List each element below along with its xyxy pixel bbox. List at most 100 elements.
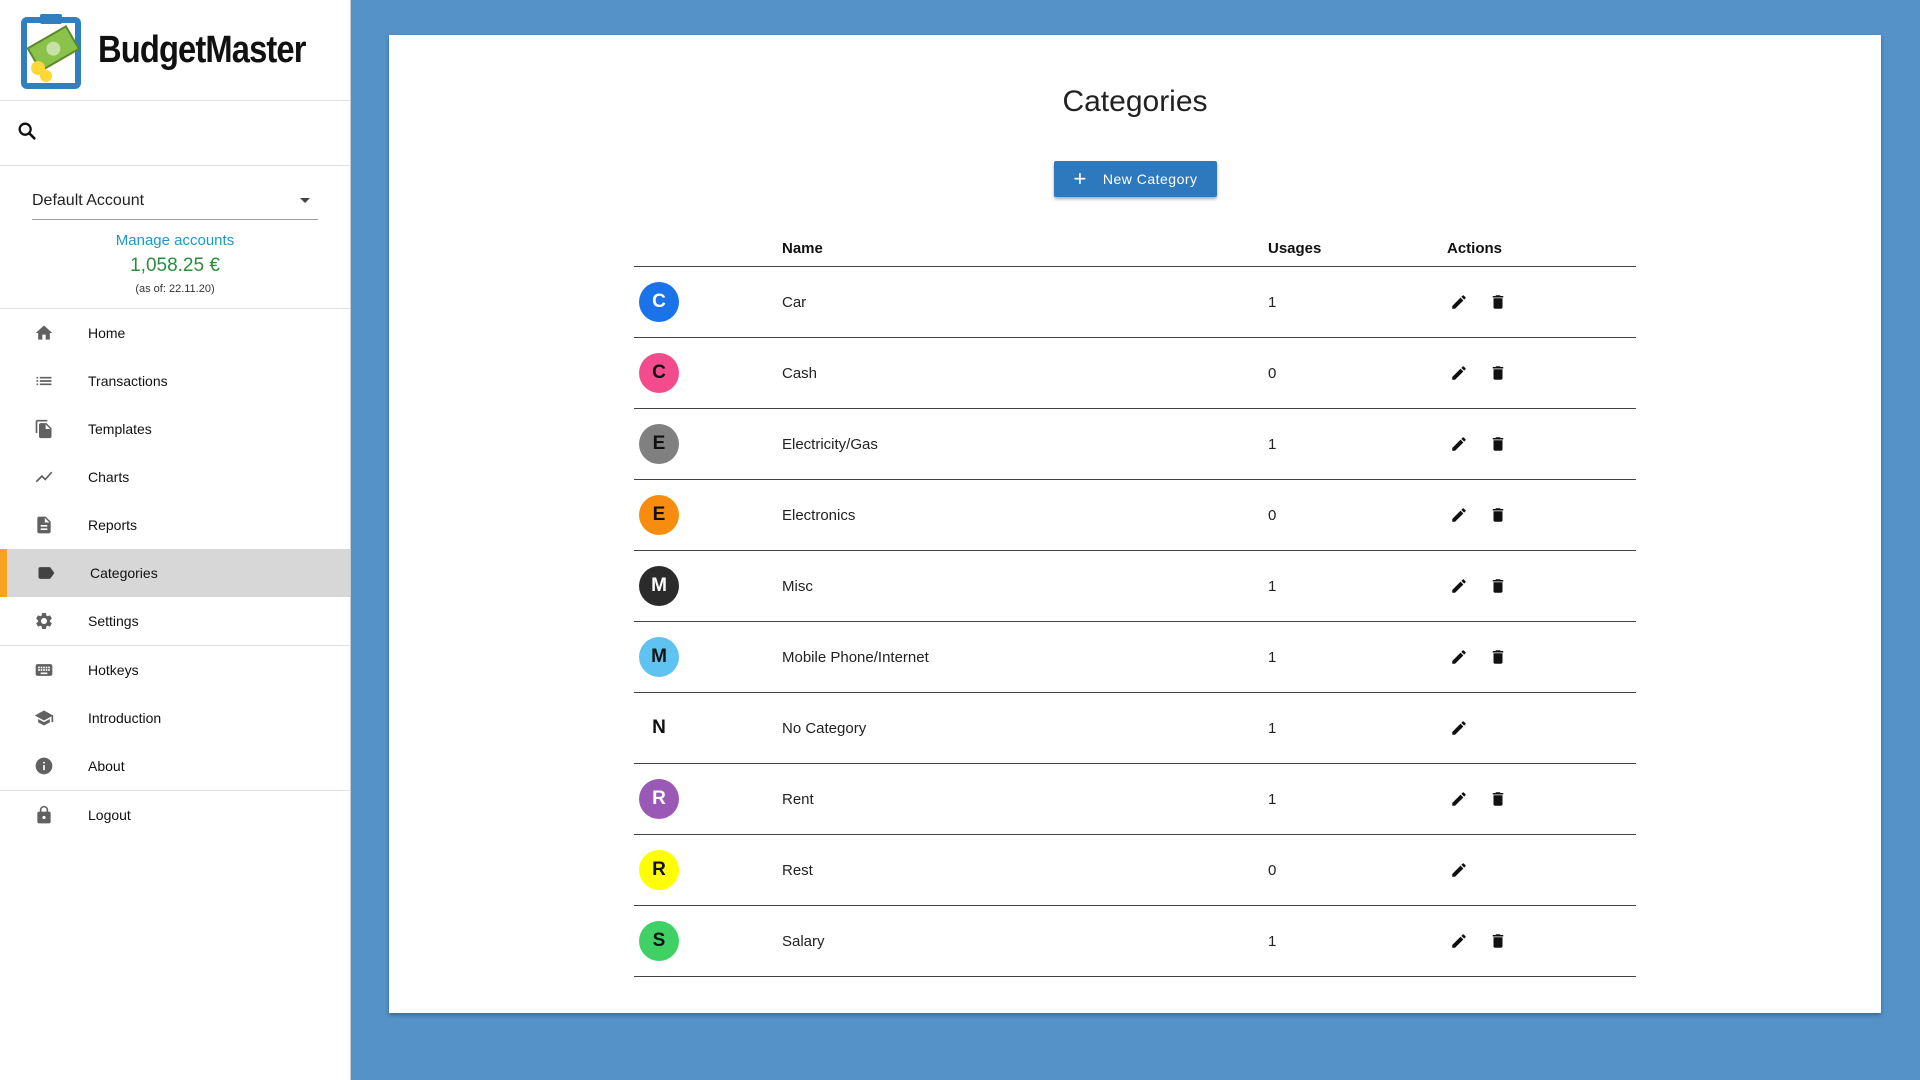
pencil-icon[interactable]: [1447, 574, 1471, 598]
pencil-icon[interactable]: [1447, 858, 1471, 882]
row-actions: [1447, 432, 1636, 456]
nav-label: Reports: [88, 517, 138, 533]
row-actions: [1447, 858, 1636, 882]
nav-item-settings[interactable]: Settings: [0, 597, 350, 645]
trash-icon[interactable]: [1486, 361, 1510, 385]
nav-item-about[interactable]: About: [0, 742, 350, 790]
trash-icon[interactable]: [1486, 645, 1510, 669]
category-avatar: E: [639, 495, 679, 535]
row-actions: [1447, 290, 1636, 314]
budgetmaster-logo-icon: [20, 10, 86, 90]
table-row: S Salary 1: [634, 906, 1636, 977]
pencil-icon[interactable]: [1447, 503, 1471, 527]
nav-item-home[interactable]: Home: [0, 309, 350, 357]
category-usages: 1: [1268, 577, 1277, 595]
pencil-icon[interactable]: [1447, 432, 1471, 456]
school-icon: [32, 706, 56, 730]
category-usages: 1: [1268, 790, 1277, 808]
trash-icon[interactable]: [1486, 432, 1510, 456]
category-avatar: S: [639, 921, 679, 961]
gear-icon: [32, 609, 56, 633]
pencil-icon[interactable]: [1447, 929, 1471, 953]
category-avatar: N: [639, 708, 679, 748]
table-row: N No Category 1: [634, 693, 1636, 764]
table-row: E Electricity/Gas 1: [634, 409, 1636, 480]
pencil-icon[interactable]: [1447, 645, 1471, 669]
categories-card: Categories + New Category Name Usages Ac…: [389, 35, 1881, 1013]
table-row: E Electronics 0: [634, 480, 1636, 551]
trash-icon[interactable]: [1486, 574, 1510, 598]
category-avatar: R: [639, 850, 679, 890]
pencil-icon[interactable]: [1447, 361, 1471, 385]
header-usages: Usages: [1268, 239, 1322, 257]
nav-label: Introduction: [88, 710, 162, 726]
sidebar: BudgetMaster Default Account Manage acco…: [0, 0, 351, 1080]
category-name: Salary: [782, 932, 825, 950]
row-actions: [1447, 716, 1636, 740]
table-body: C Car 1 C Cash 0 E Electricity/Gas 1 E E…: [634, 267, 1636, 977]
nav-item-reports[interactable]: Reports: [0, 501, 350, 549]
nav-item-templates[interactable]: Templates: [0, 405, 350, 453]
nav-label: Templates: [88, 421, 152, 437]
table-row: M Mobile Phone/Internet 1: [634, 622, 1636, 693]
trash-icon[interactable]: [1486, 787, 1510, 811]
plus-icon: +: [1073, 166, 1087, 191]
category-name: Electricity/Gas: [782, 435, 878, 453]
table-row: M Misc 1: [634, 551, 1636, 622]
account-select-value: Default Account: [32, 191, 145, 209]
keyboard-icon: [32, 658, 56, 682]
nav-label: Hotkeys: [88, 662, 139, 678]
search-icon[interactable]: [16, 120, 38, 147]
table-row: R Rent 1: [634, 764, 1636, 835]
nav-label: Logout: [88, 807, 131, 823]
category-usages: 0: [1268, 506, 1277, 524]
category-name: Electronics: [782, 506, 856, 524]
home-icon: [32, 321, 56, 345]
category-name: Rest: [782, 861, 813, 879]
nav-label: About: [88, 758, 125, 774]
account-balance: 1,058.25 €: [130, 255, 220, 276]
nav-label: Charts: [88, 469, 130, 485]
table-row: C Cash 0: [634, 338, 1636, 409]
pencil-icon[interactable]: [1447, 787, 1471, 811]
row-actions: [1447, 929, 1636, 953]
pencil-icon[interactable]: [1447, 716, 1471, 740]
manage-accounts-link[interactable]: Manage accounts: [32, 232, 318, 249]
category-name: Rent: [782, 790, 814, 808]
new-category-label: New Category: [1102, 171, 1198, 187]
table-row: C Car 1: [634, 267, 1636, 338]
label-icon: [34, 561, 58, 585]
nav-item-charts[interactable]: Charts: [0, 453, 350, 501]
row-actions: [1447, 787, 1636, 811]
row-actions: [1447, 574, 1636, 598]
lock-icon: [32, 803, 56, 827]
search-row[interactable]: [0, 101, 350, 166]
file-copy-icon: [32, 417, 56, 441]
category-usages: 0: [1268, 364, 1277, 382]
category-usages: 1: [1268, 932, 1277, 950]
balance-date: (as of: 22.11.20): [135, 283, 215, 295]
line-chart-icon: [32, 465, 56, 489]
row-actions: [1447, 361, 1636, 385]
trash-icon[interactable]: [1486, 929, 1510, 953]
document-icon: [32, 513, 56, 537]
category-avatar: M: [639, 637, 679, 677]
category-name: Misc: [782, 577, 813, 595]
nav-item-introduction[interactable]: Introduction: [0, 694, 350, 742]
logo[interactable]: BudgetMaster: [0, 0, 350, 101]
new-category-button[interactable]: + New Category: [1054, 161, 1217, 197]
trash-icon[interactable]: [1486, 290, 1510, 314]
nav-item-logout[interactable]: Logout: [0, 791, 350, 839]
category-usages: 1: [1268, 719, 1277, 737]
pencil-icon[interactable]: [1447, 290, 1471, 314]
category-avatar: R: [639, 779, 679, 819]
nav-item-transactions[interactable]: Transactions: [0, 357, 350, 405]
nav-item-hotkeys[interactable]: Hotkeys: [0, 646, 350, 694]
trash-icon[interactable]: [1486, 503, 1510, 527]
nav-item-categories[interactable]: Categories: [0, 549, 350, 597]
header-actions: Actions: [1447, 239, 1503, 257]
row-actions: [1447, 503, 1636, 527]
table-header: Name Usages Actions: [634, 230, 1636, 267]
account-select[interactable]: Default Account: [32, 184, 318, 220]
category-name: Car: [782, 293, 807, 311]
